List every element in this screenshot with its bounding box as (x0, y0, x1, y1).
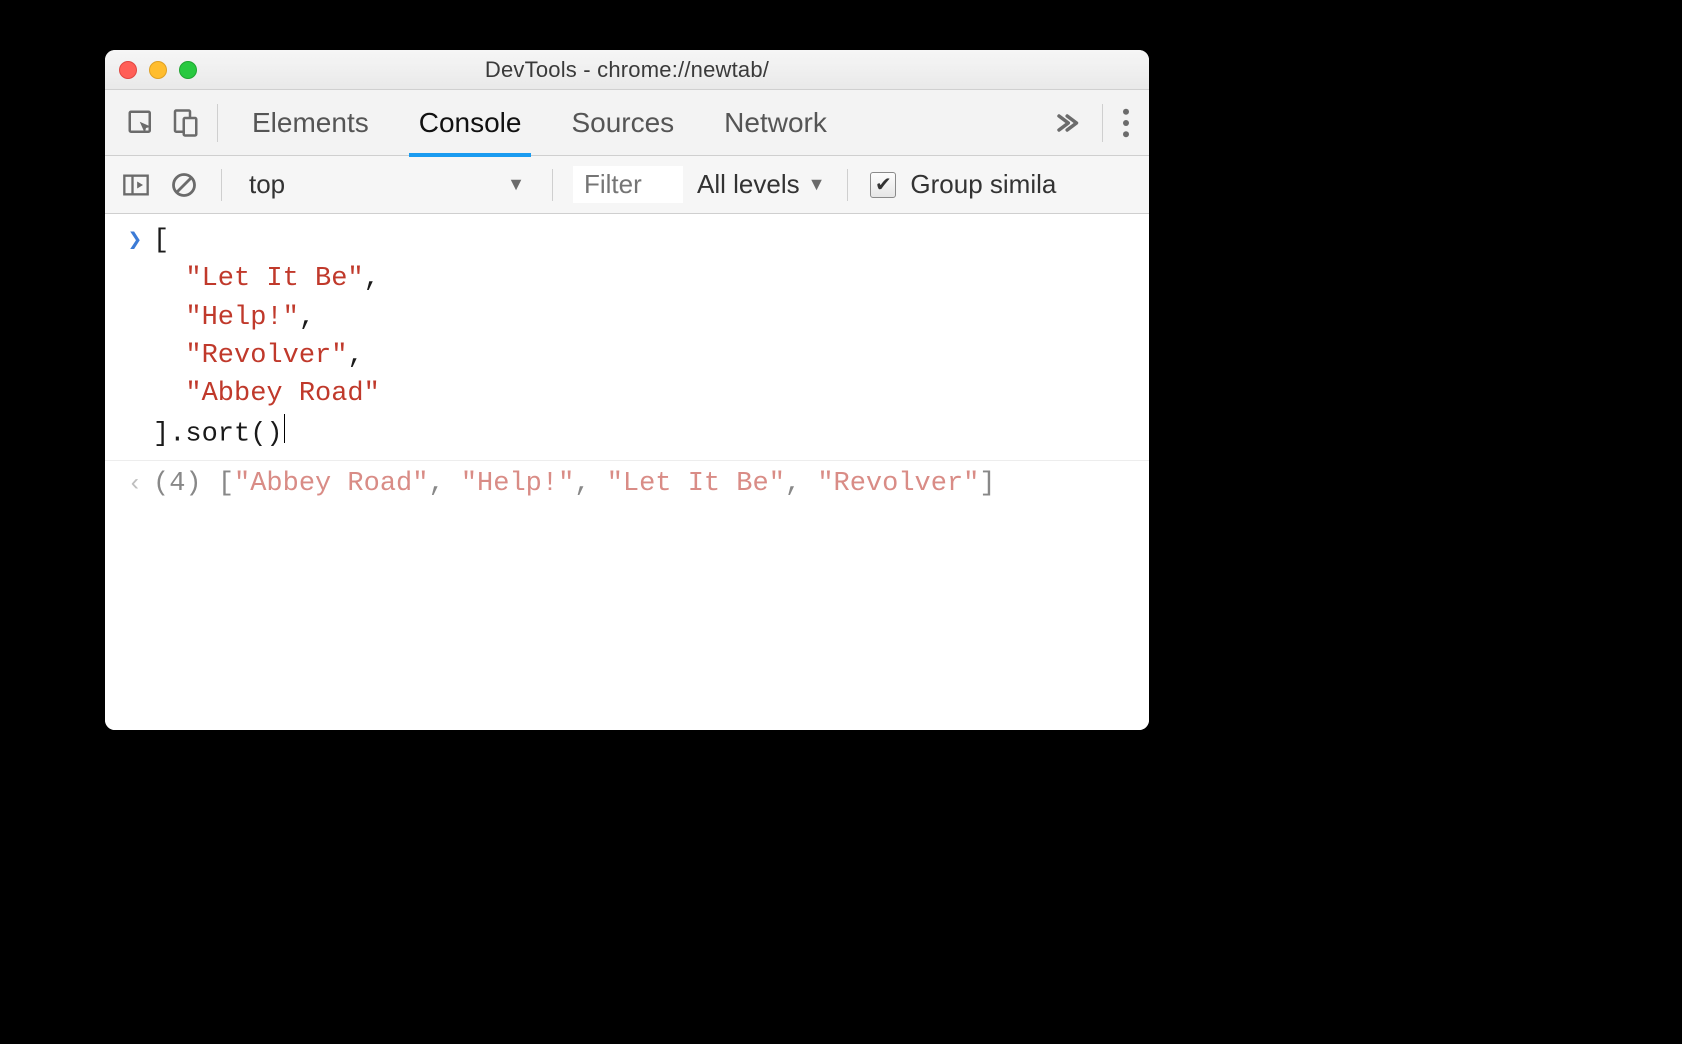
tab-sources[interactable]: Sources (569, 90, 676, 156)
context-selector[interactable]: top ▼ (242, 166, 532, 203)
tab-network[interactable]: Network (722, 90, 829, 156)
tab-elements[interactable]: Elements (250, 90, 371, 156)
console-filterbar: top ▼ All levels ▼ ✔ Group simila (105, 156, 1149, 214)
divider (221, 169, 222, 201)
window-title: DevTools - chrome://newtab/ (105, 57, 1149, 83)
group-similar-toggle[interactable]: ✔ Group simila (870, 169, 1056, 200)
zoom-window-button[interactable] (179, 61, 197, 79)
titlebar: DevTools - chrome://newtab/ (105, 50, 1149, 90)
checkbox-checked-icon: ✔ (870, 172, 896, 198)
divider (105, 460, 1149, 461)
traffic-lights (119, 61, 197, 79)
inspect-element-icon[interactable] (119, 101, 163, 145)
tab-console[interactable]: Console (417, 90, 524, 156)
console-sidebar-toggle-icon[interactable] (119, 163, 153, 207)
close-window-button[interactable] (119, 61, 137, 79)
dropdown-icon: ▼ (507, 174, 525, 195)
log-levels-selector[interactable]: All levels ▼ (697, 169, 825, 200)
console-eager-row: ‹ (4) ["Abbey Road", "Help!", "Let It Be… (105, 463, 1149, 505)
devtools-tabbar: Elements Console Sources Network (105, 90, 1149, 156)
minimize-window-button[interactable] (149, 61, 167, 79)
settings-menu-icon[interactable] (1113, 108, 1139, 138)
console-body: ❯ [ "Let It Be", "Help!", "Revolver", "A… (105, 214, 1149, 730)
dropdown-icon: ▼ (808, 174, 826, 195)
console-input-code[interactable]: [ "Let It Be", "Help!", "Revolver", "Abb… (153, 222, 380, 454)
console-input-row[interactable]: ❯ [ "Let It Be", "Help!", "Revolver", "A… (105, 220, 1149, 456)
console-eager-output: (4) ["Abbey Road", "Help!", "Let It Be",… (153, 465, 996, 503)
devtools-window: DevTools - chrome://newtab/ Elements Con… (105, 50, 1149, 730)
tab-label: Network (724, 107, 827, 139)
tab-label: Sources (571, 107, 674, 139)
levels-label: All levels (697, 169, 800, 200)
device-toolbar-icon[interactable] (163, 101, 207, 145)
prompt-in-icon: ❯ (128, 225, 142, 259)
filter-input[interactable] (573, 166, 683, 203)
tab-label: Console (419, 107, 522, 139)
overflow-tabs-icon[interactable] (1052, 109, 1080, 137)
divider (217, 104, 218, 142)
clear-console-icon[interactable] (167, 163, 201, 207)
context-label: top (249, 169, 285, 200)
panel-tabs: Elements Console Sources Network (250, 90, 829, 156)
tab-label: Elements (252, 107, 369, 139)
prompt-out-icon: ‹ (128, 468, 142, 502)
group-similar-label: Group simila (910, 169, 1056, 200)
divider (552, 169, 553, 201)
divider (847, 169, 848, 201)
divider (1102, 104, 1103, 142)
